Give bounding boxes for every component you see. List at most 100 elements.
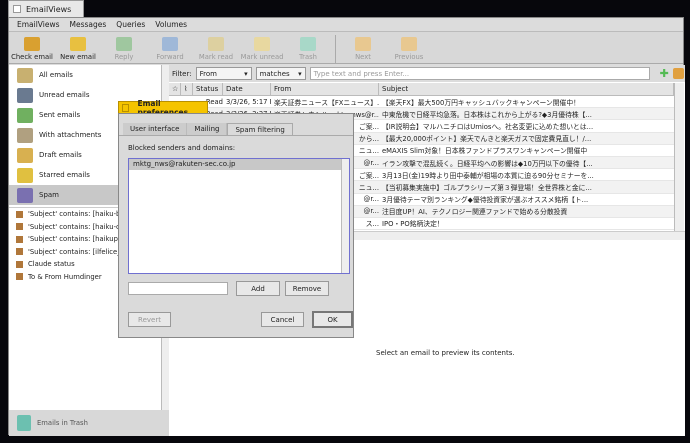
col-status[interactable]: Status [193,83,223,95]
sidebar-item-label: Draft emails [39,151,82,159]
button-label: Forward [156,53,183,61]
filter-label: Filter: [172,70,192,78]
email-subject: 【IR説明会】マルハニチロはUmiosへ。社名変更に込めた想いとは... [379,121,669,131]
sidebar-item-label: Spam [39,191,59,199]
blocked-list[interactable]: mktg_nws@rakuten-sec.co.jp [128,158,350,274]
mark-read-button[interactable]: Mark read [193,37,239,63]
email-subject: eMAXIS Slim対象！日本株ファンドプラスワンキャンペーン開催中 [379,145,669,155]
tab-spam-filtering[interactable]: Spam filtering [227,123,292,135]
button-label: Mark unread [241,53,284,61]
email-subject: 【最大20,000ポイント】楽天でんきと楽天ガスで固定費見直し！/... [379,133,669,143]
button-label: Trash [299,53,317,61]
check-email-icon [24,37,40,51]
previous-button[interactable]: Previous [386,37,432,63]
filter-input[interactable]: Type text and press Enter... [310,67,650,80]
filter-field-select[interactable]: From ▾ [196,67,252,80]
button-label: Next [355,53,371,61]
filter-op-value: matches [260,70,290,78]
menu-volumes[interactable]: Volumes [155,20,187,29]
blocked-entry-input[interactable] [128,282,228,295]
menu-messages[interactable]: Messages [70,20,107,29]
query-icon [16,211,23,218]
sent-emails-icon [17,108,33,123]
forward-icon [162,37,178,51]
star-column-icon[interactable]: ☆ [169,83,181,95]
filter-op-select[interactable]: matches ▾ [256,67,306,80]
unread-emails-icon [17,88,33,103]
filter-bar: Filter: From ▾ matches ▾ Type text and pre… [169,65,685,82]
sidebar-item-label: With attachments [39,131,101,139]
dropdown-icon: ▾ [298,70,302,78]
email-subject: 3月優待テーマ別ランキング◆優待投資家が選ぶオススメ銘柄【ト... [379,194,669,204]
close-box-icon[interactable] [13,5,21,13]
email-subject: IPO・PO銘柄決定！ [379,218,669,228]
menu-emailviews[interactable]: EmailViews [17,20,60,29]
filter-field-value: From [200,70,217,78]
trash-label: Emails in Trash [37,419,88,427]
tab-user-interface[interactable]: User interface [123,123,187,135]
add-filter-icon[interactable]: ✚ [660,67,669,80]
blocked-list-scrollbar[interactable] [341,159,349,273]
all-emails-icon [17,68,33,83]
mark-read-icon [208,37,224,51]
col-date[interactable]: Date [223,83,271,95]
email-date: 3/3/26, 5:17 P... [223,98,271,106]
forward-button[interactable]: Forward [147,37,193,63]
add-button[interactable]: Add [236,281,280,296]
button-label: Check email [11,53,53,61]
email-subject: イラン攻撃で混乱続く。日経平均への影響は◆10万円以下の優待【... [379,158,669,168]
check-email-button[interactable]: Check email [9,37,55,63]
email-subject: 【当初募集実施中】ゴルプラシリーズ第３弾登場！全世界株と金に... [379,182,669,192]
email-subject: 【楽天FX】最大500万円キャッシュバックキャンペーン開催中！ [379,97,669,107]
menu-bar: EmailViews Messages Queries Volumes [9,18,683,32]
sidebar-item-label: Unread emails [39,91,90,99]
cancel-button[interactable]: Cancel [261,312,304,327]
column-header: ☆ ⌇ Status Date From Subject [169,83,674,96]
sidebar-item-all-emails[interactable]: All emails [9,65,161,85]
email-subject: 3月13日(金)19時より田中泰輔が相場の本質に迫る90分セミナーを... [379,170,669,180]
trash-button[interactable]: Trash [285,37,331,63]
preferences-dialog: User interfaceMailingSpam filtering Bloc… [118,113,354,338]
blocked-label: Blocked senders and domains: [128,144,235,152]
query-icon [16,273,23,280]
new-email-button[interactable]: New email [55,37,101,63]
query-icon [16,248,23,255]
dialog-close-icon[interactable] [122,104,129,112]
list-scrollbar[interactable] [674,83,684,231]
revert-button[interactable]: Revert [128,312,171,327]
trash-button[interactable]: Emails in Trash [9,410,169,436]
reply-button[interactable]: Reply [101,37,147,63]
window-title-tab[interactable]: EmailViews [8,0,84,17]
with-attachments-icon [17,128,33,143]
col-from[interactable]: From [271,83,379,95]
query-icon [16,261,23,268]
sidebar-item-label: Sent emails [39,111,80,119]
preview-empty-text: Select an email to preview its contents. [376,349,515,357]
filter-placeholder: Type text and press Enter... [314,70,410,78]
menu-queries[interactable]: Queries [116,20,145,29]
email-subject: 中東危機で日経平均急落。日本株はこれから上がる?◆3月優待株【... [379,109,669,119]
dropdown-icon: ▾ [244,70,248,78]
attachment-column-icon[interactable]: ⌇ [181,83,193,95]
email-row[interactable]: Read3/3/26, 5:17 P...楽天証券ニュース【FXニュース】...… [169,96,674,108]
trash-icon [17,415,31,431]
starred-emails-icon [17,168,33,183]
mark-unread-button[interactable]: Mark unread [239,37,285,63]
trash-icon [300,37,316,51]
button-label: Previous [395,53,424,61]
next-button[interactable]: Next [340,37,386,63]
query-icon [16,236,23,243]
button-label: New email [60,53,96,61]
remove-button[interactable]: Remove [285,281,329,296]
draft-emails-icon [17,148,33,163]
email-subject: 注目度UP！AI、テクノロジー関連ファンドで始める分散投資 [379,206,669,216]
query-icon [16,223,23,230]
blocked-entry[interactable]: mktg_nws@rakuten-sec.co.jp [129,159,341,170]
clear-filter-icon[interactable] [673,68,684,79]
query-label: To & From Humdinger [28,273,102,281]
previous-icon [401,37,417,51]
button-label: Reply [115,53,134,61]
tab-mailing[interactable]: Mailing [187,123,227,135]
ok-button[interactable]: OK [312,311,353,328]
col-subject[interactable]: Subject [379,83,674,95]
